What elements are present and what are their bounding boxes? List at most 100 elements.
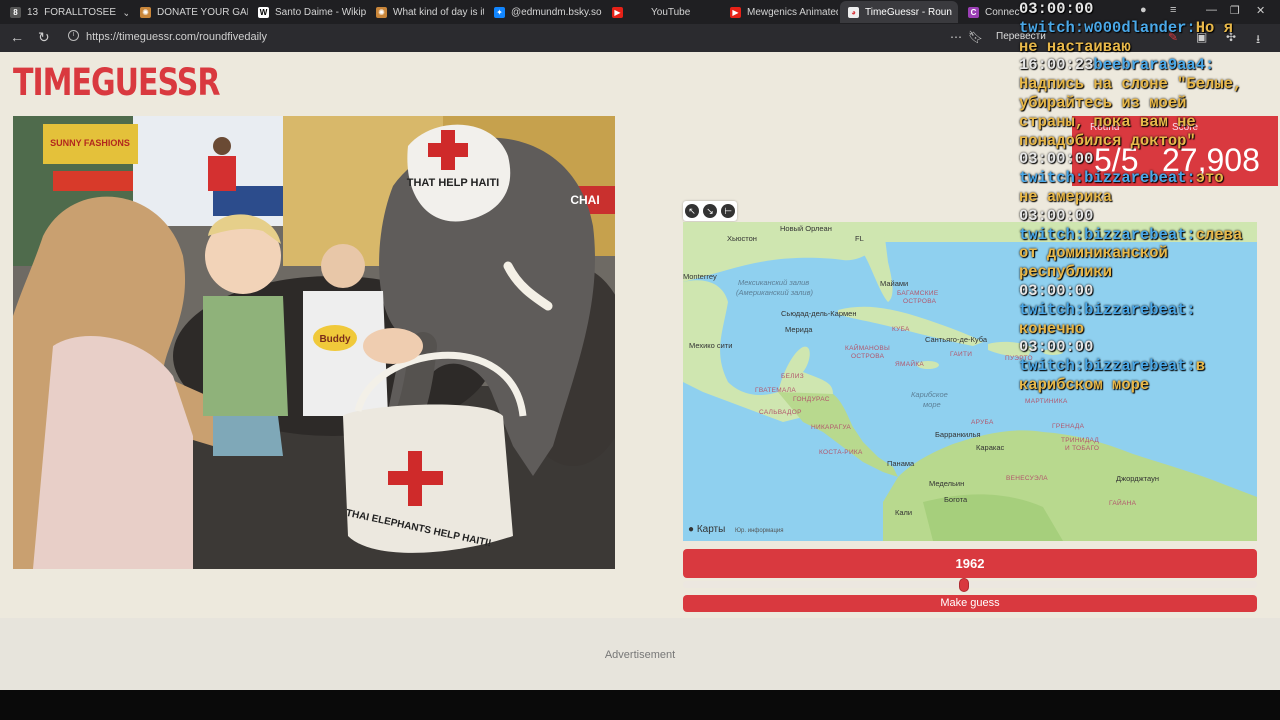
chat-timestamp: 03:00:00 <box>1019 338 1094 357</box>
map-label: Новый Орлеан <box>780 224 832 233</box>
map-label: Monterrey <box>683 272 717 281</box>
elephant-cloth-text: THAT HELP HAITI <box>407 177 499 189</box>
download-icon[interactable]: ⭳ <box>1256 30 1260 51</box>
map-country-label: ЯМАЙКА <box>895 361 925 368</box>
map-country-label: ГАЙАНА <box>1109 500 1137 507</box>
chat-message: слева <box>1195 225 1243 244</box>
map-country-label: БЕЛИЗ <box>781 373 804 380</box>
chat-timestamp: 03:00:00 <box>1019 150 1094 169</box>
badge-text: Buddy <box>319 334 351 345</box>
tab-label: DONATE YOUR GAME <box>157 6 248 18</box>
tab-label: What kind of day is it? <box>393 6 484 18</box>
chevron-down-icon[interactable]: ⌄ <box>122 6 128 19</box>
map-sea-label: море <box>923 400 941 409</box>
map-country-label: ОСТРОВА <box>851 353 885 360</box>
map-country-label: ВЕНЕСУЭЛА <box>1006 475 1048 482</box>
round-photo: THAT HELP HAITI SUNNY FASHIONS CHAI Budd… <box>13 116 615 569</box>
guess-map[interactable]: Хьюстон Новый Орлеан FL Monterrey Мексик… <box>683 222 1257 541</box>
chat-message: в <box>1195 357 1206 376</box>
chat-line: не америка <box>1019 188 1112 207</box>
pin-map-icon[interactable]: ⊢ <box>721 204 735 218</box>
map-sea-label: Карибское <box>911 390 948 399</box>
more-options-icon[interactable]: ⋯ <box>950 30 962 44</box>
map-label: FL <box>855 234 864 243</box>
browser-tab[interactable]: ✦ @edmundm.bsky.soc <box>486 1 602 23</box>
chat-line: twitch:w000dlander:Но я <box>1019 19 1233 38</box>
chat-line: от доминиканской <box>1019 244 1168 263</box>
chat-timestamp: 03:00:00 <box>1019 206 1094 225</box>
timeguessr-favicon-icon: ◕ <box>848 6 859 18</box>
url-field[interactable]: https://timeguessr.com/roundfivedaily <box>86 31 267 43</box>
chat-line: республики <box>1019 263 1112 282</box>
browser-tab[interactable]: W Santo Daime - Wikipe <box>250 1 366 23</box>
tab-label: YouTube <box>651 6 691 18</box>
map-legal-link[interactable]: Юр. информация <box>735 528 784 534</box>
chat-line: 03:00:00 <box>1019 207 1093 226</box>
map-label: Сантьяго-де-Куба <box>925 335 987 344</box>
browser-tab[interactable]: ✺ What kind of day is it? <box>368 1 484 23</box>
map-label: Панама <box>887 459 915 468</box>
make-guess-button[interactable]: Make guess <box>683 595 1257 612</box>
browser-tab[interactable]: C Connectio <box>960 1 1020 23</box>
browser-tab-active[interactable]: ◕ TimeGuessr - Roun ✕ <box>840 1 958 23</box>
map-label: Богота <box>944 495 968 504</box>
chat-message: республики <box>1019 263 1113 282</box>
reload-icon[interactable]: ↻ <box>38 29 50 46</box>
chat-message: страны, пока вам не <box>1019 112 1196 131</box>
menu-icon[interactable]: ≡ <box>1170 4 1176 16</box>
taskbar-strip <box>0 690 1280 720</box>
browser-tab[interactable]: ✺ DONATE YOUR GAME <box>132 1 248 23</box>
map-country-label: И ТОБАГО <box>1065 445 1100 452</box>
tab-counter-icon: 8 <box>10 6 21 18</box>
maximize-icon[interactable]: ❐ <box>1230 4 1240 17</box>
chat-username: twitch:bizzarebeat: <box>1019 225 1196 244</box>
year-slider-thumb[interactable] <box>959 578 970 592</box>
maps-brand-label: Карты <box>696 524 726 535</box>
site-info-icon[interactable]: i <box>68 30 79 41</box>
chat-line: 03:00:00 <box>1019 150 1093 169</box>
map-label: Хьюстон <box>727 234 757 243</box>
chat-line: страны, пока вам не <box>1019 113 1196 132</box>
map-country-label: НИКАРАГУА <box>811 424 851 431</box>
browser-tab[interactable]: ▶ YouTube <box>604 1 720 23</box>
tab-label: FORALLTOSEE <box>44 6 116 18</box>
back-icon[interactable]: ← <box>10 29 24 45</box>
map-country-label: БАГАМСКИЕ <box>897 290 939 297</box>
map-country-label: ГРЕНАДА <box>1052 423 1085 430</box>
timeguessr-logo[interactable]: TIMEGUESSR <box>13 64 220 103</box>
site-favicon-icon: ✺ <box>140 6 151 18</box>
map-label: Кали <box>895 508 913 517</box>
map-country-label: МАРТИНИКА <box>1025 398 1068 405</box>
map-country-label: КУБА <box>892 326 910 333</box>
map-label: Каракас <box>976 443 1005 452</box>
chat-line: 03:00:00 <box>1019 282 1093 301</box>
chat-line: twitch:bizzarebeat: <box>1019 301 1196 320</box>
chat-username: twitch:bizzarebeat: <box>1019 300 1196 319</box>
chat-line: 16:00:23beebrara9aa4: <box>1019 56 1214 75</box>
close-window-icon[interactable]: ✕ <box>1256 4 1265 17</box>
map-label: Джорджтаун <box>1116 474 1159 483</box>
expand-map-icon[interactable]: ↖ <box>685 204 699 218</box>
bookmark-icon[interactable]: 🔖︎ <box>968 30 983 44</box>
browser-tab[interactable]: ▶ Mewgenics Animated <box>722 1 838 23</box>
chat-line: убирайтесь из моей <box>1019 94 1186 113</box>
chat-message: от доминиканской <box>1019 244 1168 263</box>
map-country-label: ТРИНИДАД <box>1061 437 1100 444</box>
bluesky-icon: ✦ <box>494 6 505 18</box>
apple-logo-icon: ● <box>688 524 695 535</box>
minimize-icon[interactable]: — <box>1206 4 1217 16</box>
chat-line: конечно <box>1019 320 1084 339</box>
chat-line: twitch:bizzarebeat:в <box>1019 357 1205 376</box>
map-label: Барранкилья <box>935 430 981 439</box>
year-slider-track[interactable] <box>683 581 1257 588</box>
shrink-map-icon[interactable]: ↘ <box>703 204 717 218</box>
advertisement-area: Advertisement <box>0 618 1280 690</box>
browser-tab[interactable]: 8 13 FORALLTOSEE ⌄ <box>2 1 128 23</box>
chat-message: не настаиваю <box>1019 37 1131 56</box>
map-country-label: АРУБА <box>971 419 994 426</box>
map-sea-label: (Американский залив) <box>736 288 814 297</box>
site-favicon-icon: C <box>968 6 979 18</box>
profile-avatar-icon[interactable]: ● <box>1140 4 1147 16</box>
chat-message: конечно <box>1019 319 1085 338</box>
chat-username: beebrara9aa4: <box>1093 56 1215 75</box>
